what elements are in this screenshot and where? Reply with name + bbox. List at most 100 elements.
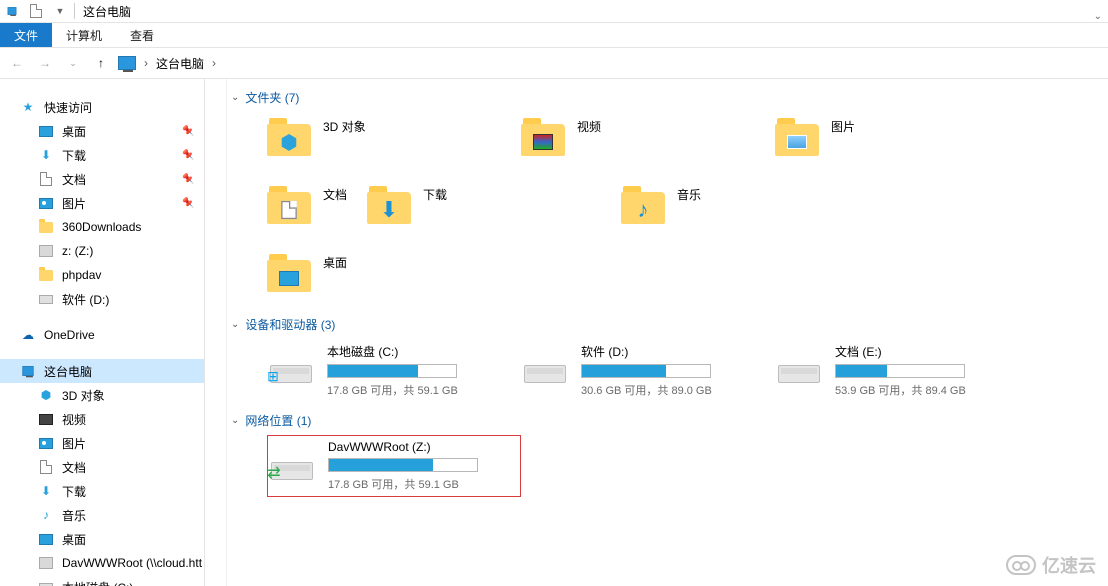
sidebar-item-z-drive[interactable]: z: (Z:) — [0, 239, 204, 263]
drive-stats: 30.6 GB 可用，共 89.0 GB — [581, 382, 773, 398]
sidebar-item-downloads[interactable]: ⬇下载📌 — [0, 143, 204, 167]
address-dropdown-icon[interactable]: ⌄ — [1094, 0, 1102, 32]
drive-usage-bar — [328, 458, 478, 472]
music-icon: ♪ — [38, 507, 54, 523]
breadcrumb-pc-icon — [118, 56, 136, 70]
drive-item-d[interactable]: 软件 (D:) 30.6 GB 可用，共 89.0 GB — [521, 339, 775, 402]
sidebar-item-pictures[interactable]: 图片📌 — [0, 191, 204, 215]
sidebar-item-label: 软件 (D:) — [62, 291, 109, 308]
drive-grid: ⊞ 本地磁盘 (C:) 17.8 GB 可用，共 59.1 GB 软件 (D:)… — [227, 339, 1108, 402]
folder-item-music[interactable]: ♪ 音乐 — [621, 180, 875, 238]
sidebar-item-label: 音乐 — [62, 507, 86, 524]
drive-stats: 53.9 GB 可用，共 89.4 GB — [835, 382, 1027, 398]
folder-icon — [267, 184, 311, 224]
sidebar-item-documents-2[interactable]: 文档 — [0, 455, 204, 479]
folder-item-documents[interactable]: 文档 — [267, 180, 367, 238]
folder-label: 音乐 — [677, 182, 701, 203]
sidebar-item-3d[interactable]: ⬢3D 对象 — [0, 383, 204, 407]
section-drives-header[interactable]: ⌄ 设备和驱动器 (3) — [227, 306, 1108, 339]
sidebar-item-label: 下载 — [62, 483, 86, 500]
picture-icon — [38, 435, 54, 451]
sidebar-item-music[interactable]: ♪ 音乐 — [0, 503, 204, 527]
video-icon — [38, 411, 54, 427]
folder-icon: ♪ — [621, 184, 665, 224]
tab-file[interactable]: 文件 — [0, 23, 52, 47]
drive-usage-bar — [581, 364, 711, 378]
section-network: ⌄ 网络位置 (1) ⇄ DavWWWRoot (Z:) 17.8 GB 可用，… — [227, 402, 1108, 497]
sidebar-item-onedrive[interactable]: ☁OneDrive — [0, 323, 204, 347]
drive-icon — [523, 345, 567, 383]
section-network-header[interactable]: ⌄ 网络位置 (1) — [227, 402, 1108, 435]
sidebar-item-desktop[interactable]: 桌面📌 — [0, 119, 204, 143]
sidebar-item-label: phpdav — [62, 268, 101, 282]
sidebar-quick-access[interactable]: ★ 快速访问 — [0, 95, 204, 119]
network-item-z[interactable]: ⇄ DavWWWRoot (Z:) 17.8 GB 可用，共 59.1 GB — [267, 435, 521, 497]
sidebar-item-desktop-2[interactable]: 桌面 — [0, 527, 204, 551]
folder-icon — [38, 267, 54, 283]
cloud-icon: ☁ — [20, 327, 36, 343]
section-drives-label: 设备和驱动器 (3) — [245, 316, 335, 333]
sidebar-item-documents[interactable]: 文档📌 — [0, 167, 204, 191]
pin-icon: 📌 — [182, 174, 194, 185]
sidebar-item-d-drive[interactable]: 软件 (D:) — [0, 287, 204, 311]
cube-icon: ⬢ — [38, 387, 54, 403]
qat-properties-icon[interactable] — [28, 3, 44, 19]
ribbon-tabs: 文件 计算机 查看 — [0, 23, 1108, 47]
drive-icon — [38, 291, 54, 307]
folder-icon — [38, 219, 54, 235]
folder-label: 文档 — [323, 182, 347, 203]
sidebar-item-downloads-2[interactable]: ⬇ 下载 — [0, 479, 204, 503]
drive-usage-bar — [835, 364, 965, 378]
main-area: ★ 快速访问 桌面📌 ⬇下载📌 文档📌 图片📌 360Downloads z: … — [0, 79, 1108, 586]
sidebar-item-label: 快速访问 — [44, 99, 92, 116]
content-gutter — [205, 79, 227, 586]
sidebar-item-pictures-2[interactable]: 图片 — [0, 431, 204, 455]
nav-up-button[interactable]: ↑ — [90, 52, 112, 74]
picture-icon — [38, 195, 54, 211]
drive-usage-bar — [327, 364, 457, 378]
nav-back-button[interactable]: ← — [6, 52, 28, 74]
folder-item-videos[interactable]: 视频 — [521, 112, 775, 170]
app-icon — [4, 3, 20, 19]
folder-label: 图片 — [831, 114, 855, 135]
tab-computer-label: 计算机 — [66, 27, 102, 44]
breadcrumb-root[interactable]: 这台电脑 — [156, 55, 204, 72]
pin-icon: 📌 — [182, 198, 194, 209]
network-grid: ⇄ DavWWWRoot (Z:) 17.8 GB 可用，共 59.1 GB — [227, 435, 1108, 497]
tab-computer[interactable]: 计算机 — [52, 23, 116, 47]
watermark-icon — [1006, 555, 1036, 575]
star-icon: ★ — [20, 99, 36, 115]
drive-item-e[interactable]: 文档 (E:) 53.9 GB 可用，共 89.4 GB — [775, 339, 1029, 402]
folder-item-pictures[interactable]: 图片 — [775, 112, 1029, 170]
sidebar-item-this-pc[interactable]: 这台电脑 — [0, 359, 204, 383]
download-icon: ⬇ — [38, 483, 54, 499]
folder-label: 3D 对象 — [323, 114, 366, 135]
address-bar: ← → ⌄ ↑ › 这台电脑 › ⌄ — [0, 47, 1108, 79]
sidebar-item-360downloads[interactable]: 360Downloads — [0, 215, 204, 239]
tab-view[interactable]: 查看 — [116, 23, 168, 47]
folder-label: 视频 — [577, 114, 601, 135]
drive-icon — [38, 579, 54, 586]
chevron-right-icon: › — [144, 56, 148, 70]
sidebar-item-davroot[interactable]: DavWWWRoot (\\cloud.http — [0, 551, 204, 575]
folder-item-downloads[interactable]: ⬇下载 — [367, 180, 621, 238]
folder-item-desktop[interactable]: 桌面 — [267, 248, 521, 306]
nav-recent-dropdown[interactable]: ⌄ — [62, 52, 84, 74]
watermark: 亿速云 — [1006, 552, 1096, 578]
sidebar-item-label: 图片 — [62, 435, 86, 452]
folder-item-3d[interactable]: ⬢3D 对象 — [267, 112, 521, 170]
folder-icon: ⬇ — [367, 184, 411, 224]
sidebar-item-c-drive[interactable]: 本地磁盘 (C:) — [0, 575, 204, 586]
section-folders: ⌄ 文件夹 (7) ⬢3D 对象 视频 图片 文档 ⬇下载 ♪ 音乐 桌面 — [227, 79, 1108, 306]
qat-dropdown-icon[interactable]: ▼ — [52, 3, 68, 19]
sidebar-item-label: 文档 — [62, 459, 86, 476]
drive-item-c[interactable]: ⊞ 本地磁盘 (C:) 17.8 GB 可用，共 59.1 GB — [267, 339, 521, 402]
nav-forward-button[interactable]: → — [34, 52, 56, 74]
sidebar-item-label: z: (Z:) — [62, 244, 93, 258]
sidebar-item-videos[interactable]: 视频 — [0, 407, 204, 431]
sidebar-item-phpdav[interactable]: phpdav — [0, 263, 204, 287]
section-folders-header[interactable]: ⌄ 文件夹 (7) — [227, 79, 1108, 112]
sidebar-item-label: 这台电脑 — [44, 363, 92, 380]
breadcrumb[interactable]: › 这台电脑 › — [118, 55, 216, 72]
folder-grid: ⬢3D 对象 视频 图片 文档 ⬇下载 ♪ 音乐 桌面 — [227, 112, 1108, 306]
